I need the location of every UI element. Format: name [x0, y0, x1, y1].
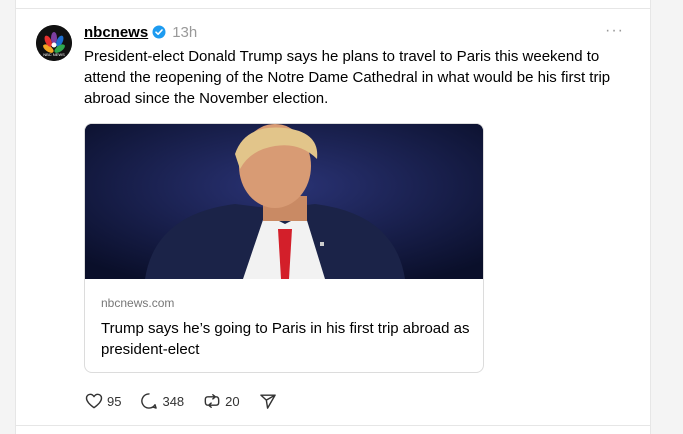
like-button[interactable]: 95: [84, 391, 121, 411]
link-card-image: [85, 124, 483, 279]
repost-button[interactable]: 20: [202, 391, 240, 411]
share-button[interactable]: [258, 391, 278, 411]
reply-button[interactable]: 348: [139, 391, 184, 411]
bottom-divider: [16, 425, 650, 426]
comment-icon: [141, 393, 158, 409]
avatar[interactable]: NBC NEWS: [36, 25, 72, 61]
send-icon: [259, 394, 276, 409]
post-actions: 95 348 20: [84, 391, 296, 411]
more-options-icon[interactable]: ···: [605, 22, 624, 40]
link-card-domain: nbcnews.com: [101, 296, 175, 310]
heart-icon: [85, 393, 103, 409]
post-header: nbcnews 13h: [84, 22, 197, 42]
nbc-peacock-logo: NBC NEWS: [36, 25, 72, 61]
post-time: 13h: [172, 23, 198, 41]
link-card-title: Trump says he’s going to Paris in his fi…: [101, 320, 470, 358]
link-card[interactable]: nbcnews.com Trump says he’s going to Par…: [84, 123, 484, 373]
verified-badge-icon: [152, 25, 166, 39]
username[interactable]: nbcnews: [84, 24, 148, 41]
post-panel: NBC NEWS nbcnews 13h ··· President-elect…: [15, 0, 651, 434]
avatar-text: NBC NEWS: [43, 52, 65, 57]
post-text: President-elect Donald Trump says he pla…: [84, 48, 611, 107]
reply-count: 348: [162, 393, 185, 409]
top-divider: [16, 8, 650, 9]
repost-count: 20: [225, 393, 240, 409]
like-count: 95: [107, 393, 122, 409]
repost-icon: [204, 394, 220, 408]
